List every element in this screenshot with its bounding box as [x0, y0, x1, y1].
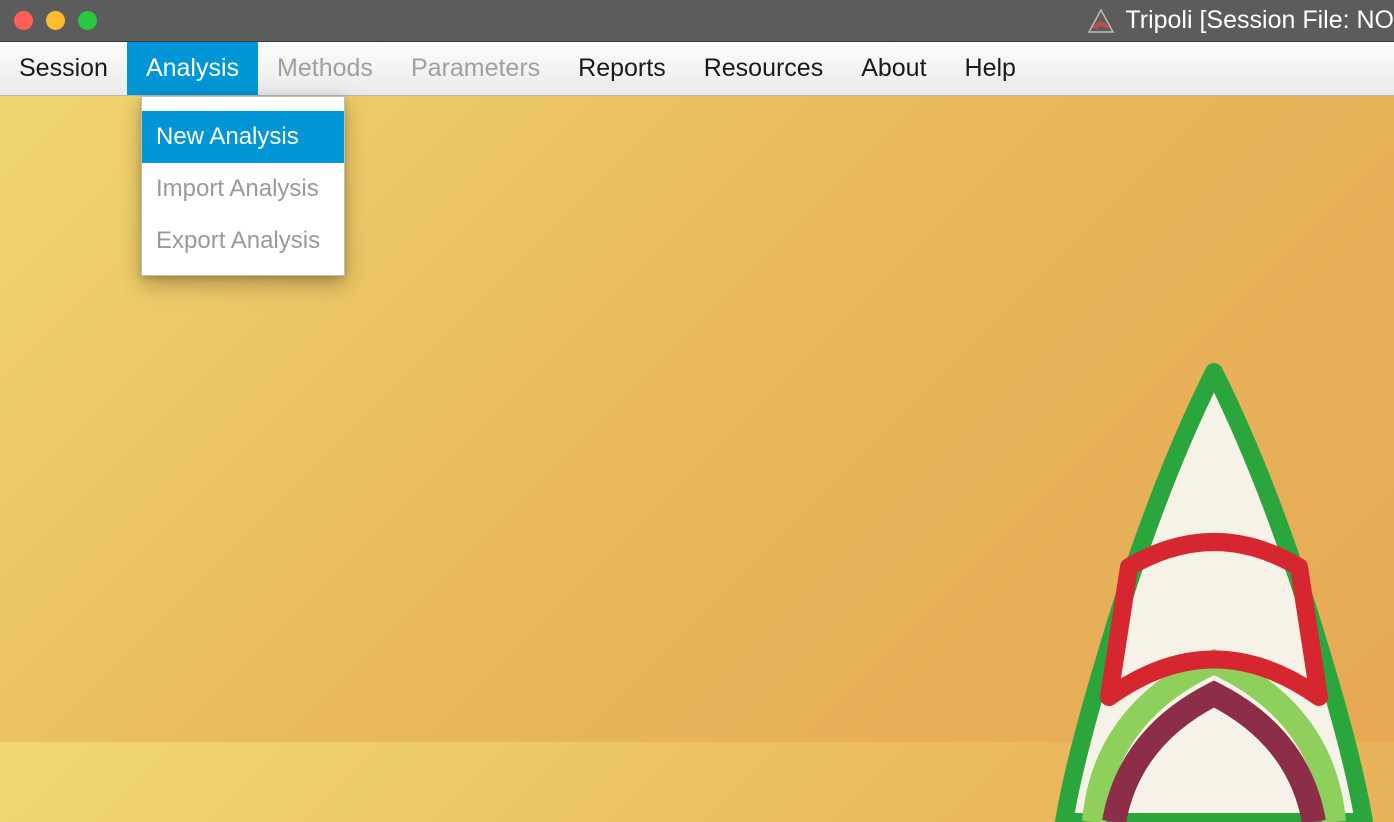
menu-parameters: Parameters: [392, 42, 559, 95]
window-title: Tripoli [Session File: NO: [1125, 6, 1394, 35]
maximize-button[interactable]: [78, 11, 97, 30]
dropdown-new-analysis[interactable]: New Analysis: [142, 111, 344, 163]
menu-session[interactable]: Session: [0, 42, 127, 95]
app-icon: [1087, 8, 1115, 34]
window-title-container: Tripoli [Session File: NO: [1087, 0, 1394, 41]
dropdown-import-analysis: Import Analysis: [142, 163, 344, 215]
menu-help[interactable]: Help: [946, 42, 1035, 95]
close-button[interactable]: [14, 11, 33, 30]
titlebar: Tripoli [Session File: NO: [0, 0, 1394, 41]
menu-analysis[interactable]: Analysis: [127, 42, 258, 95]
tripoli-logo: [994, 342, 1394, 822]
menu-about[interactable]: About: [842, 42, 945, 95]
window-controls: [14, 11, 97, 30]
analysis-dropdown: New Analysis Import Analysis Export Anal…: [141, 96, 345, 276]
dropdown-export-analysis: Export Analysis: [142, 215, 344, 267]
minimize-button[interactable]: [46, 11, 65, 30]
menu-reports[interactable]: Reports: [559, 42, 685, 95]
menu-resources[interactable]: Resources: [685, 42, 843, 95]
menu-methods: Methods: [258, 42, 392, 95]
menubar: Session Analysis Methods Parameters Repo…: [0, 41, 1394, 96]
